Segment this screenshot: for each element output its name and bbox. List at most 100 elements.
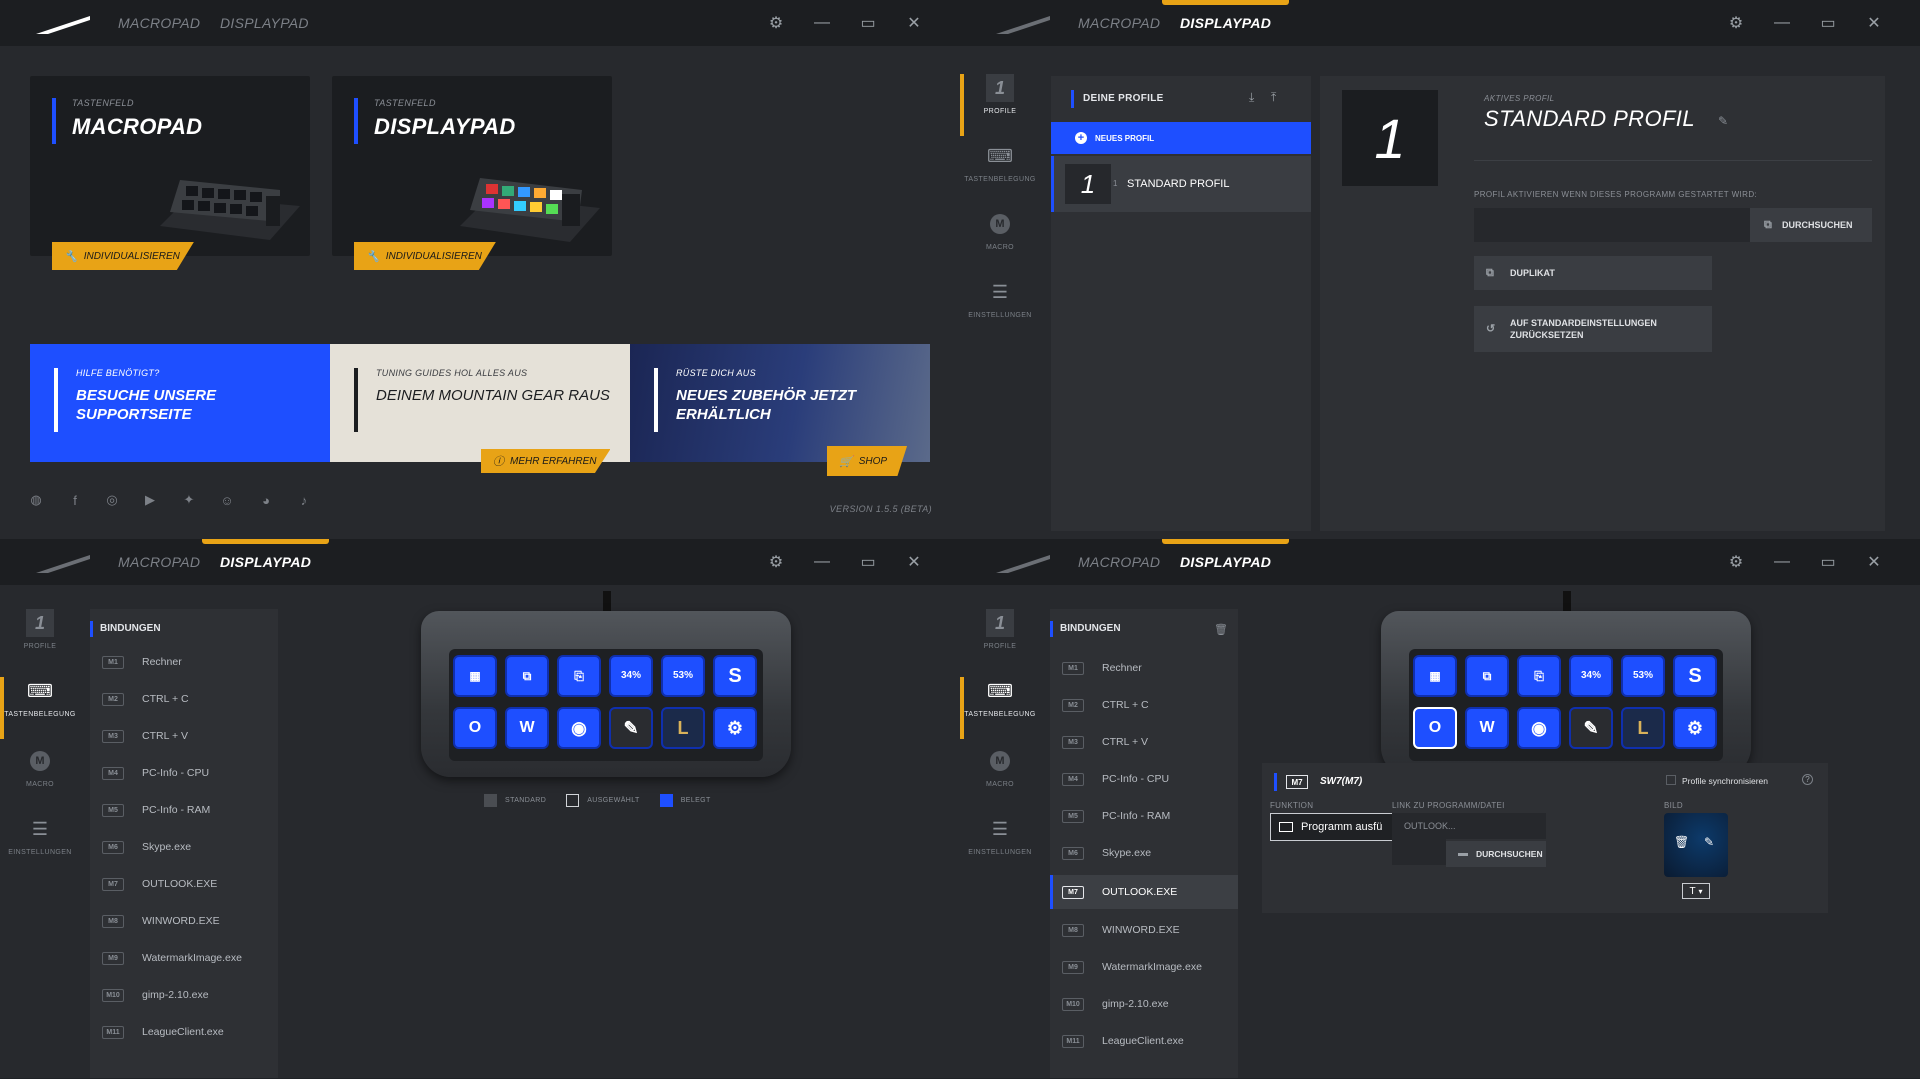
- mountain-logo-icon[interactable]: [996, 553, 1050, 573]
- customize-displaypad-button[interactable]: 🔧 INDIVIDUALISIEREN: [354, 242, 496, 270]
- maximize-icon[interactable]: ▭: [1818, 552, 1838, 572]
- reddit-icon[interactable]: ◕: [258, 492, 274, 508]
- minimize-icon[interactable]: —: [812, 552, 832, 572]
- steam-icon[interactable]: ⚙: [713, 707, 757, 749]
- binding-row[interactable]: M3 CTRL + V: [1050, 727, 1238, 757]
- binding-row[interactable]: M11 LeagueClient.exe: [1050, 1026, 1238, 1056]
- paste-icon[interactable]: ⎘: [1517, 655, 1561, 697]
- maximize-icon[interactable]: ▭: [858, 13, 878, 33]
- paste-icon[interactable]: ⎘: [557, 655, 601, 697]
- mountain-logo-icon[interactable]: [996, 14, 1050, 34]
- profile-row[interactable]: 1 1 STANDARD PROFIL: [1051, 156, 1311, 212]
- binding-row[interactable]: M6 Skype.exe: [90, 832, 278, 862]
- binding-row[interactable]: M7 OUTLOOK.EXE: [90, 869, 278, 899]
- tuning-banner[interactable]: TUNING GUIDES HOL ALLES AUS DEINEM MOUNT…: [330, 344, 630, 462]
- maximize-icon[interactable]: ▭: [1818, 13, 1838, 33]
- tab-macropad[interactable]: MACROPAD: [118, 15, 200, 31]
- tab-macropad[interactable]: MACROPAD: [1078, 15, 1160, 31]
- outlook-icon[interactable]: O: [1413, 707, 1457, 749]
- tab-macropad[interactable]: MACROPAD: [1078, 554, 1160, 570]
- active-profile-image[interactable]: 1: [1342, 90, 1438, 186]
- reset-button[interactable]: ↺ AUF STANDARDEINSTELLUNGEN ZURÜCKSETZEN: [1474, 306, 1712, 352]
- binding-row[interactable]: M9 WatermarkImage.exe: [1050, 952, 1238, 982]
- tab-displaypad[interactable]: DISPLAYPAD: [220, 15, 309, 31]
- outlook-icon[interactable]: O: [453, 707, 497, 749]
- league-icon[interactable]: L: [661, 707, 705, 749]
- shop-button[interactable]: 🛒 SHOP: [827, 446, 908, 476]
- cpu-icon[interactable]: 34%: [609, 655, 653, 697]
- cpu-icon[interactable]: 34%: [1569, 655, 1613, 697]
- tiktok-icon[interactable]: ♪: [296, 492, 312, 508]
- binding-row[interactable]: M2 CTRL + C: [1050, 690, 1238, 720]
- binding-row[interactable]: M10 gimp-2.10.exe: [90, 980, 278, 1010]
- binding-row[interactable]: M1 Rechner: [90, 647, 278, 677]
- binding-row[interactable]: M4 PC-Info - CPU: [90, 758, 278, 788]
- skype-icon[interactable]: S: [713, 655, 757, 697]
- globe-icon[interactable]: ◍: [28, 492, 44, 508]
- key-image-preview[interactable]: 🗑 ✎: [1664, 813, 1728, 877]
- youtube-icon[interactable]: ▶: [142, 492, 158, 508]
- binding-row[interactable]: M9 WatermarkImage.exe: [90, 943, 278, 973]
- minimize-icon[interactable]: —: [1772, 13, 1792, 33]
- learn-more-button[interactable]: ⓘ MEHR ERFAHREN: [481, 449, 611, 473]
- watermark-icon[interactable]: ◉: [557, 707, 601, 749]
- calculator-icon[interactable]: ▦: [453, 655, 497, 697]
- skype-icon[interactable]: S: [1673, 655, 1717, 697]
- word-icon[interactable]: W: [505, 707, 549, 749]
- program-link-input[interactable]: OUTLOOK...: [1392, 813, 1546, 839]
- program-path-input[interactable]: [1474, 208, 1750, 242]
- discord-icon[interactable]: ☺: [219, 492, 235, 508]
- watermark-icon[interactable]: ◉: [1517, 707, 1561, 749]
- binding-row[interactable]: M8 WINWORD.EXE: [90, 906, 278, 936]
- facebook-icon[interactable]: f: [67, 492, 83, 508]
- help-icon[interactable]: ?: [1802, 774, 1813, 785]
- mountain-logo-icon[interactable]: [36, 553, 90, 573]
- binding-row-selected[interactable]: M7 OUTLOOK.EXE: [1050, 875, 1238, 909]
- binding-row[interactable]: M2 CTRL + C: [90, 684, 278, 714]
- macropad-card[interactable]: TASTENFELD MACROPAD: [30, 76, 310, 256]
- minimize-icon[interactable]: —: [1772, 552, 1792, 572]
- binding-row[interactable]: M5 PC-Info - RAM: [1050, 801, 1238, 831]
- binding-row[interactable]: M5 PC-Info - RAM: [90, 795, 278, 825]
- displaypad-card[interactable]: TASTENFELD DISPLAYPAD: [332, 76, 612, 256]
- binding-row[interactable]: M8 WINWORD.EXE: [1050, 915, 1238, 945]
- duplicate-button[interactable]: ⧉ DUPLIKAT: [1474, 256, 1712, 290]
- mountain-logo-icon[interactable]: [36, 14, 90, 34]
- edit-icon[interactable]: ✎: [1718, 114, 1728, 128]
- gimp-icon[interactable]: ✎: [1569, 707, 1613, 749]
- close-icon[interactable]: ✕: [1864, 13, 1884, 33]
- ram-icon[interactable]: 53%: [661, 655, 705, 697]
- close-icon[interactable]: ✕: [904, 13, 924, 33]
- binding-row[interactable]: M11 LeagueClient.exe: [90, 1017, 278, 1047]
- customize-macropad-button[interactable]: 🔧 INDIVIDUALISIEREN: [52, 242, 194, 270]
- browse-button[interactable]: ⧉ DURCHSUCHEN: [1750, 208, 1872, 242]
- font-dropdown[interactable]: T ▾: [1682, 883, 1710, 899]
- trash-icon[interactable]: 🗑: [1674, 835, 1689, 849]
- copy-icon[interactable]: ⧉: [505, 655, 549, 697]
- calculator-icon[interactable]: ▦: [1413, 655, 1457, 697]
- close-icon[interactable]: ✕: [1864, 552, 1884, 572]
- support-banner[interactable]: HILFE BENÖTIGT? BESUCHE UNSERE SUPPORTSE…: [30, 344, 330, 462]
- gear-icon[interactable]: ⚙: [766, 13, 786, 33]
- gimp-icon[interactable]: ✎: [609, 707, 653, 749]
- binding-row[interactable]: M6 Skype.exe: [1050, 838, 1238, 868]
- browse-button[interactable]: ▬ DURCHSUCHEN: [1446, 841, 1546, 867]
- gear-icon[interactable]: ⚙: [1726, 552, 1746, 572]
- instagram-icon[interactable]: ◎: [104, 492, 120, 508]
- export-icon[interactable]: ⤒: [1271, 90, 1276, 105]
- minimize-icon[interactable]: —: [812, 13, 832, 33]
- binding-row[interactable]: M4 PC-Info - CPU: [1050, 764, 1238, 794]
- trash-icon[interactable]: 🗑: [1214, 623, 1228, 636]
- close-icon[interactable]: ✕: [904, 552, 924, 572]
- edit-icon[interactable]: ✎: [1704, 835, 1714, 849]
- twitter-icon[interactable]: ✦: [181, 492, 197, 508]
- maximize-icon[interactable]: ▭: [858, 552, 878, 572]
- gear-icon[interactable]: ⚙: [766, 552, 786, 572]
- binding-row[interactable]: M3 CTRL + V: [90, 721, 278, 751]
- copy-icon[interactable]: ⧉: [1465, 655, 1509, 697]
- tab-displaypad[interactable]: DISPLAYPAD: [201, 539, 330, 570]
- function-select[interactable]: Programm ausfü ▴: [1270, 813, 1408, 841]
- sync-checkbox[interactable]: [1666, 775, 1676, 785]
- import-icon[interactable]: ⤓: [1249, 90, 1254, 105]
- steam-icon[interactable]: ⚙: [1673, 707, 1717, 749]
